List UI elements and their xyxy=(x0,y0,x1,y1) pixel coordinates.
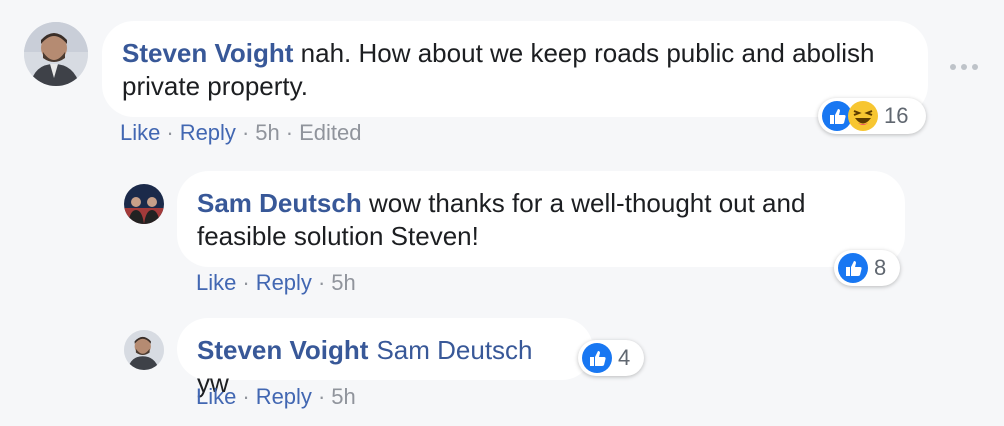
comment-actions: Like · Reply · 5h xyxy=(196,270,356,296)
comment-author[interactable]: Steven Voight xyxy=(197,335,368,365)
comment-bubble: Steven Voight nah. How about we keep roa… xyxy=(102,21,928,117)
separator: · xyxy=(166,120,174,145)
separator: · xyxy=(242,270,250,295)
comment-bubble: Sam Deutsch wow thanks for a well-though… xyxy=(177,171,905,267)
mention-link[interactable]: Sam Deutsch xyxy=(376,335,532,365)
reaction-count: 8 xyxy=(874,255,887,280)
avatar[interactable] xyxy=(124,330,164,370)
separator: · xyxy=(241,120,250,145)
avatar[interactable] xyxy=(124,184,164,224)
comment-bubble: Steven Voight Sam Deutsch yw xyxy=(177,318,593,398)
like-link[interactable]: Like xyxy=(196,384,236,409)
separator: · xyxy=(242,384,250,409)
reaction-count: 4 xyxy=(618,345,631,370)
separator: · xyxy=(285,120,294,145)
comment-actions: Like · Reply · 5h · Edited xyxy=(120,120,361,146)
timestamp[interactable]: 5h xyxy=(255,120,279,145)
comment-author[interactable]: Sam Deutsch xyxy=(197,188,362,218)
separator: · xyxy=(317,384,326,409)
like-icon xyxy=(582,343,612,373)
like-link[interactable]: Like xyxy=(120,120,160,145)
edited-label[interactable]: Edited xyxy=(299,120,361,145)
more-horizontal-icon[interactable] xyxy=(950,60,978,74)
like-icon xyxy=(838,253,868,283)
timestamp[interactable]: 5h xyxy=(331,270,355,295)
reaction-summary[interactable]: 4 xyxy=(578,340,644,376)
timestamp[interactable]: 5h xyxy=(331,384,355,409)
reply-link[interactable]: Reply xyxy=(256,270,312,295)
comment-actions: Like · Reply · 5h xyxy=(196,384,356,410)
avatar[interactable] xyxy=(24,22,88,86)
like-link[interactable]: Like xyxy=(196,270,236,295)
haha-icon xyxy=(848,101,878,131)
reaction-summary[interactable]: 8 xyxy=(834,250,900,286)
reaction-count: 16 xyxy=(884,103,909,128)
reply-link[interactable]: Reply xyxy=(256,384,312,409)
reaction-summary[interactable]: 16 xyxy=(818,98,926,134)
separator: · xyxy=(317,270,326,295)
reply-link[interactable]: Reply xyxy=(180,120,236,145)
comment-author[interactable]: Steven Voight xyxy=(122,38,293,68)
